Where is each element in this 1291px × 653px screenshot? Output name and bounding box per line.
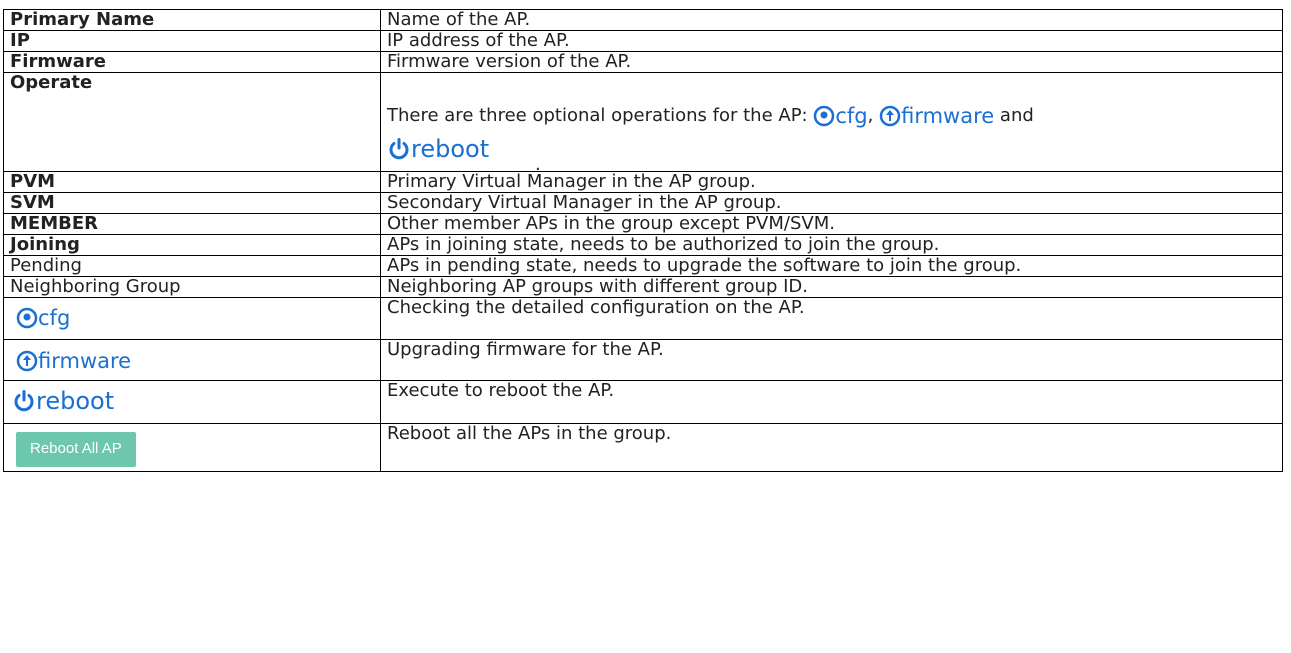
- cfg-link[interactable]: cfg: [16, 307, 70, 329]
- table-row: cfg Checking the detailed configuration …: [3, 297, 1283, 340]
- table-row: Joining APs in joining state, needs to b…: [3, 234, 1283, 256]
- description-cell: Other member APs in the group except PVM…: [380, 213, 1283, 235]
- description-cell: Upgrading firmware for the AP.: [380, 339, 1283, 381]
- table-row: reboot Execute to reboot the AP.: [3, 380, 1283, 424]
- table-row: firmware Upgrading firmware for the AP.: [3, 339, 1283, 381]
- reboot-label: reboot: [411, 135, 490, 163]
- term-cell: Firmware: [3, 51, 381, 73]
- table-row: Primary Name Name of the AP.: [3, 9, 1283, 31]
- reboot-link[interactable]: reboot: [12, 389, 114, 413]
- table-row: Pending APs in pending state, needs to u…: [3, 255, 1283, 277]
- term-cell: Operate: [3, 72, 381, 172]
- description-cell: There are three optional operations for …: [380, 72, 1283, 175]
- period: .: [535, 154, 541, 175]
- table-row: IP IP address of the AP.: [3, 30, 1283, 52]
- cfg-label: cfg: [835, 104, 868, 128]
- cfg-link[interactable]: cfg: [813, 104, 868, 128]
- reboot-all-button[interactable]: Reboot All AP: [16, 432, 136, 467]
- arrow-up-circle-icon: [16, 350, 38, 372]
- firmware-link[interactable]: firmware: [16, 350, 131, 372]
- table-row: Reboot All AP Reboot all the APs in the …: [3, 423, 1283, 472]
- description-cell: Primary Virtual Manager in the AP group.: [380, 171, 1283, 193]
- operate-text: There are three optional operations for …: [387, 105, 814, 126]
- description-cell: APs in joining state, needs to be author…: [380, 234, 1283, 256]
- term-cell: cfg: [3, 297, 381, 340]
- description-cell: IP address of the AP.: [380, 30, 1283, 52]
- table-row: Firmware Firmware version of the AP.: [3, 51, 1283, 73]
- description-cell: Reboot all the APs in the group.: [380, 423, 1283, 472]
- term-cell: SVM: [3, 192, 381, 214]
- term-cell: firmware: [3, 339, 381, 381]
- and-word: and: [999, 105, 1034, 126]
- table-row: PVM Primary Virtual Manager in the AP gr…: [3, 171, 1283, 193]
- description-cell: APs in pending state, needs to upgrade t…: [380, 255, 1283, 277]
- table-row: Operate There are three optional operati…: [3, 72, 1283, 175]
- term-cell: Joining: [3, 234, 381, 256]
- power-icon: [14, 390, 34, 412]
- reboot-label: reboot: [36, 387, 115, 415]
- operate-line: reboot .: [387, 137, 1276, 175]
- term-cell: MEMBER: [3, 213, 381, 235]
- description-cell: Neighboring AP groups with different gro…: [380, 276, 1283, 298]
- firmware-link[interactable]: firmware: [879, 105, 994, 127]
- term-cell: Neighboring Group: [3, 276, 381, 298]
- description-cell: Name of the AP.: [380, 9, 1283, 31]
- definitions-table: Primary Name Name of the AP. IP IP addre…: [3, 9, 1283, 472]
- description-cell: Firmware version of the AP.: [380, 51, 1283, 73]
- description-cell: Secondary Virtual Manager in the AP grou…: [380, 192, 1283, 214]
- term-cell: Pending: [3, 255, 381, 277]
- term-cell: Primary Name: [3, 9, 381, 31]
- firmware-label: firmware: [901, 104, 995, 128]
- table-row: MEMBER Other member APs in the group exc…: [3, 213, 1283, 235]
- arrow-up-circle-icon: [879, 105, 901, 127]
- comma: ,: [867, 105, 874, 126]
- term-cell: IP: [3, 30, 381, 52]
- cfg-label: cfg: [38, 306, 71, 330]
- operate-line: There are three optional operations for …: [387, 105, 1276, 127]
- reboot-link[interactable]: reboot: [387, 137, 489, 161]
- firmware-label: firmware: [38, 349, 132, 373]
- power-icon: [389, 138, 409, 160]
- eye-icon: [814, 105, 835, 127]
- description-cell: Checking the detailed configuration on t…: [380, 297, 1283, 340]
- eye-icon: [16, 307, 38, 329]
- table-row: Neighboring Group Neighboring AP groups …: [3, 276, 1283, 298]
- table-row: SVM Secondary Virtual Manager in the AP …: [3, 192, 1283, 214]
- term-cell: PVM: [3, 171, 381, 193]
- term-cell: Reboot All AP: [3, 423, 381, 472]
- description-cell: Execute to reboot the AP.: [380, 380, 1283, 424]
- term-cell: reboot: [3, 380, 381, 424]
